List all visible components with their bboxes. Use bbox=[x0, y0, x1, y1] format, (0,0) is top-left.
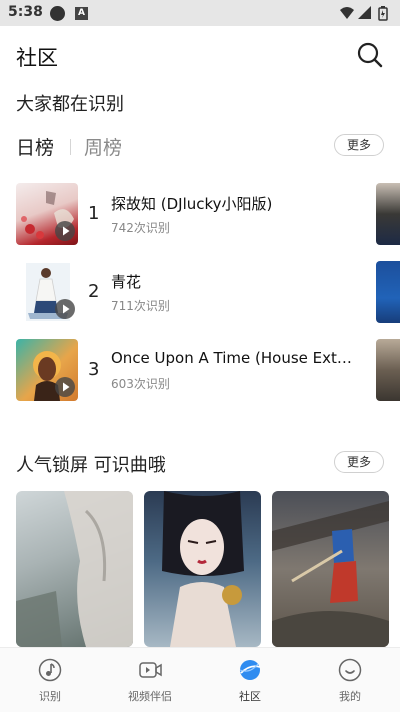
music-note-icon bbox=[38, 658, 62, 682]
rank-number: 2 bbox=[88, 281, 100, 302]
lockscreen-card[interactable] bbox=[16, 491, 133, 647]
status-time: 5:38 bbox=[8, 4, 43, 20]
status-bar: 5:38 A bbox=[0, 0, 400, 26]
play-icon[interactable] bbox=[55, 299, 75, 319]
nav-item-profile[interactable]: 我的 bbox=[300, 648, 400, 712]
character-wallpaper bbox=[162, 491, 244, 647]
lockscreen-card[interactable] bbox=[144, 491, 261, 647]
more-button-lockscreen[interactable]: 更多 bbox=[334, 451, 384, 473]
rank-number: 3 bbox=[88, 359, 100, 380]
battery-icon bbox=[378, 6, 388, 21]
section-title-trending: 大家都在识别 bbox=[16, 94, 124, 115]
side-thumbnail[interactable] bbox=[376, 339, 400, 401]
lockscreen-card[interactable] bbox=[272, 491, 389, 647]
signal-icon bbox=[358, 6, 371, 19]
play-icon[interactable] bbox=[55, 377, 75, 397]
list-item[interactable]: 1 探故知 (DJlucky小阳版) 742次识别 bbox=[16, 183, 400, 245]
header: 社区 bbox=[0, 26, 400, 84]
notification-badge-icon: A bbox=[75, 7, 88, 20]
song-title[interactable]: Once Upon A Time (House Extended Mix) bbox=[111, 349, 356, 367]
album-cover[interactable] bbox=[16, 261, 78, 323]
tab-daily[interactable]: 日榜 bbox=[16, 133, 54, 160]
recognition-count: 603次识别 bbox=[111, 377, 170, 391]
nav-label: 视频伴侣 bbox=[128, 690, 172, 703]
nav-label: 我的 bbox=[339, 690, 361, 703]
section-title-lockscreen: 人气锁屏 可识曲哦 bbox=[16, 455, 166, 476]
nav-item-video[interactable]: 视频伴侣 bbox=[100, 648, 200, 712]
bottom-nav: 识别 视频伴侣 社区 我的 bbox=[0, 647, 400, 712]
song-title[interactable]: 探故知 (DJlucky小阳版) bbox=[111, 193, 356, 214]
tab-divider bbox=[70, 139, 71, 155]
ranking-tabs: 日榜 周榜 bbox=[16, 133, 386, 159]
album-cover[interactable] bbox=[16, 183, 78, 245]
notification-dot-icon bbox=[50, 6, 65, 21]
recognition-count: 742次识别 bbox=[111, 221, 170, 235]
side-thumbnail[interactable] bbox=[376, 183, 400, 245]
planet-icon bbox=[239, 660, 261, 680]
status-icons bbox=[340, 6, 388, 21]
tab-weekly[interactable]: 周榜 bbox=[84, 133, 122, 160]
list-item[interactable]: 2 青花 711次识别 bbox=[16, 261, 400, 323]
more-button-trending[interactable]: 更多 bbox=[334, 134, 384, 156]
warrior-wallpaper bbox=[272, 501, 389, 647]
search-icon[interactable] bbox=[356, 41, 384, 69]
album-cover[interactable] bbox=[16, 339, 78, 401]
video-play-icon bbox=[139, 662, 162, 678]
nav-item-recognize[interactable]: 识别 bbox=[0, 648, 100, 712]
nav-label: 社区 bbox=[239, 690, 261, 703]
page-title: 社区 bbox=[16, 46, 58, 70]
cat-wallpaper bbox=[16, 491, 133, 647]
nav-item-community[interactable]: 社区 bbox=[200, 648, 300, 712]
song-title[interactable]: 青花 bbox=[111, 271, 356, 292]
nav-label: 识别 bbox=[39, 690, 61, 703]
wifi-icon bbox=[340, 7, 354, 19]
list-item[interactable]: 3 Once Upon A Time (House Extended Mix) … bbox=[16, 339, 400, 401]
side-thumbnail[interactable] bbox=[376, 261, 400, 323]
smile-icon bbox=[338, 658, 362, 682]
recognition-count: 711次识别 bbox=[111, 299, 170, 313]
play-icon[interactable] bbox=[55, 221, 75, 241]
rank-number: 1 bbox=[88, 203, 100, 224]
